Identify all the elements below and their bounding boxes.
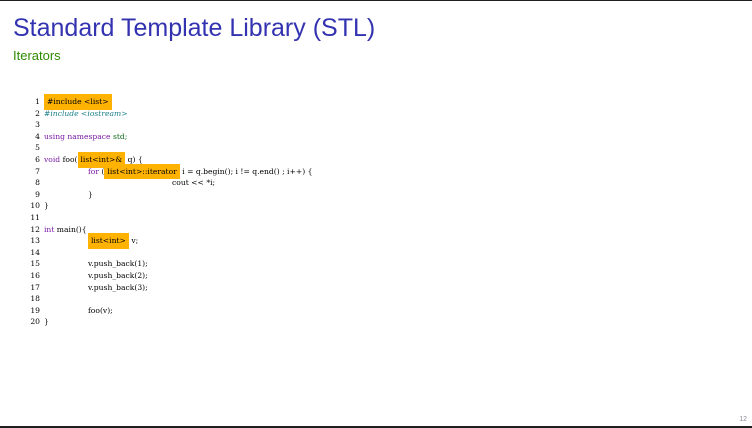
code-text: i = q.begin(); i != q.end() ; i++) { xyxy=(179,166,313,176)
code-text: foo(v); xyxy=(88,305,113,315)
code-line-16: 16 v.push_back(2); xyxy=(22,270,312,282)
code-text: } xyxy=(44,201,49,211)
function-main: main(){ xyxy=(54,224,87,234)
line-number: 19 xyxy=(30,305,40,315)
line-number: 9 xyxy=(35,189,40,199)
code-listing: 1 #include <list> 2 #include <iostream> 3 … xyxy=(22,94,313,328)
line-number: 17 xyxy=(30,282,40,292)
code-line-14: 14 xyxy=(22,247,312,259)
code-line-4: 4 using namespace std; xyxy=(22,131,312,143)
code-line-15: 15 v.push_back(1); xyxy=(22,258,312,270)
line-number: 4 xyxy=(35,131,40,141)
function-foo: foo( xyxy=(60,154,78,164)
namespace-std: std; xyxy=(112,131,128,141)
code-line-12: 12 int main(){ xyxy=(22,224,312,236)
line-number: 3 xyxy=(35,120,40,130)
code-line-8: 8 cout << *i; xyxy=(22,177,312,189)
code-text: } xyxy=(88,189,93,199)
top-border xyxy=(0,0,752,1)
line-number: 5 xyxy=(35,143,40,153)
code-line-9: 9} xyxy=(22,189,312,201)
line-number: 18 xyxy=(30,294,40,304)
keyword-int: int xyxy=(44,224,55,234)
page-number: 12 xyxy=(739,416,747,423)
line-number: 20 xyxy=(30,317,40,327)
line-number: 6 xyxy=(35,154,40,164)
line-number: 2 xyxy=(35,108,40,118)
code-line-10: 10} xyxy=(22,200,312,212)
code-text: v.push_back(3); xyxy=(88,282,148,292)
code-text: cout << *i; xyxy=(172,178,216,188)
line-number: 1 xyxy=(35,97,40,106)
keyword-for: for xyxy=(88,166,100,176)
code-text: } xyxy=(44,317,49,327)
header-name: <iostream> xyxy=(81,108,128,118)
keyword-void: void xyxy=(44,154,61,164)
slide-title: Standard Template Library (STL) xyxy=(13,14,376,42)
code-text: v.push_back(2); xyxy=(88,270,148,280)
line-number: 13 xyxy=(30,236,40,246)
code-line-11: 11 xyxy=(22,212,312,224)
code-line-20: 20} xyxy=(22,316,312,328)
code-text: v; xyxy=(128,236,139,246)
keyword-using: using xyxy=(44,131,65,141)
code-line-7: 7 for (list<int>::iterator i = q.begin();… xyxy=(22,163,313,180)
code-line-2: 2 #include <iostream> xyxy=(22,108,312,120)
code-line-17: 17 v.push_back(3); xyxy=(22,282,312,294)
line-number: 16 xyxy=(30,270,40,280)
line-number: 7 xyxy=(35,166,40,176)
line-number: 10 xyxy=(30,201,40,211)
code-line-5: 5 xyxy=(22,142,312,154)
code-line-18: 18 xyxy=(22,293,312,305)
code-line-1: 1 #include <list> xyxy=(22,94,312,110)
slide: Standard Template Library (STL) Iterator… xyxy=(0,0,752,428)
line-number: 11 xyxy=(30,212,40,222)
line-number: 8 xyxy=(35,178,40,188)
preprocessor-include: include xyxy=(50,108,79,118)
line-number: 12 xyxy=(30,224,40,234)
code-line-13: 13 list<int> v; xyxy=(22,233,312,249)
line-number: 15 xyxy=(30,259,40,269)
slide-subtitle: Iterators xyxy=(13,48,61,63)
code-line-3: 3 xyxy=(22,119,312,131)
code-text: v.push_back(1); xyxy=(88,259,148,269)
keyword-namespace: namespace xyxy=(67,131,111,141)
line-number: 14 xyxy=(30,247,40,257)
code-line-19: 19 foo(v); xyxy=(22,305,312,317)
